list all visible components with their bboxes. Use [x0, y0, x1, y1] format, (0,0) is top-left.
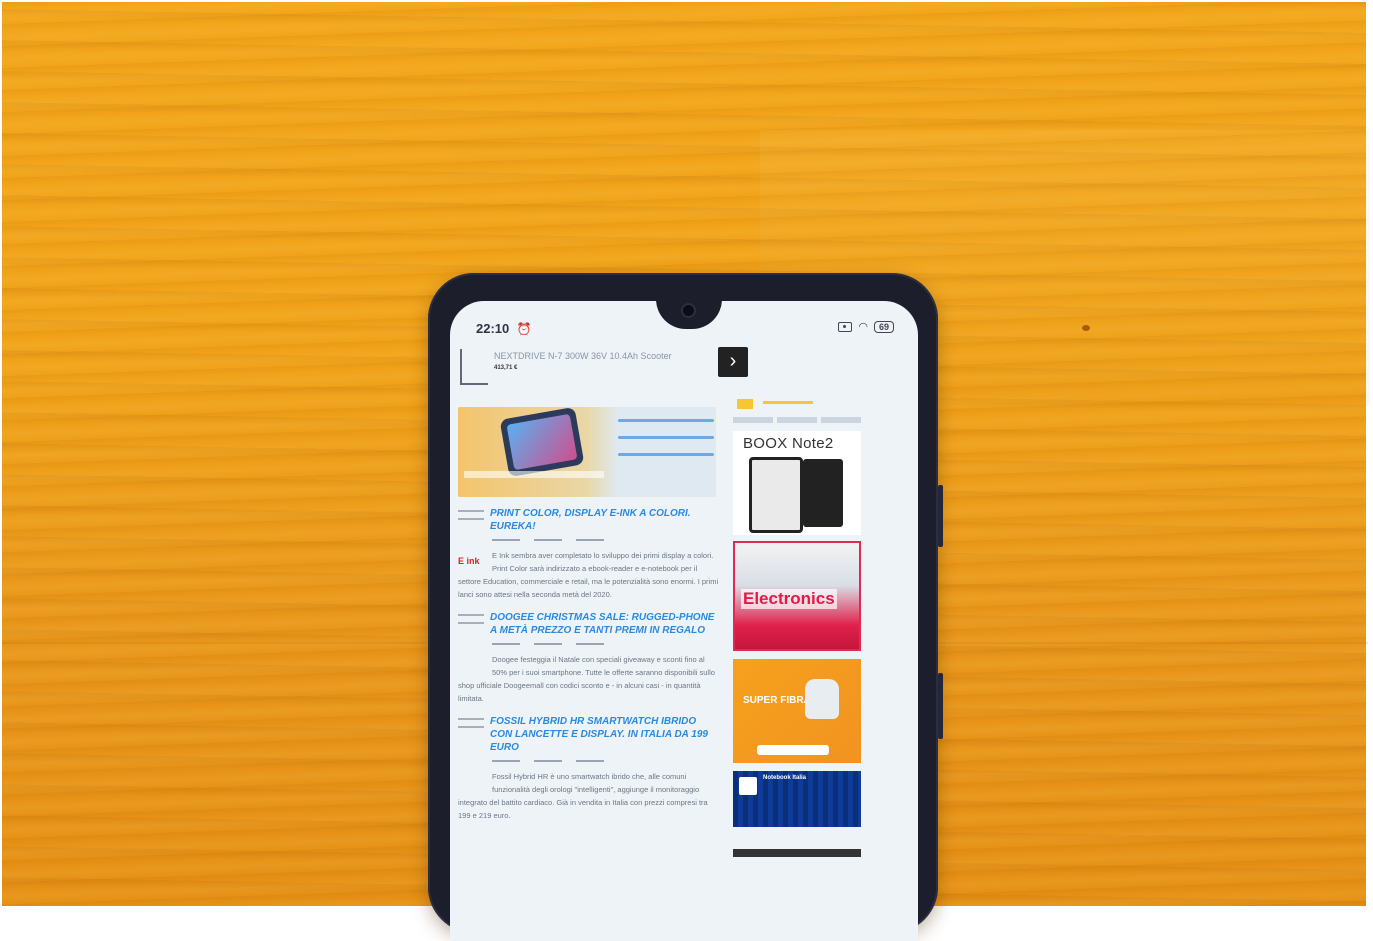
article-body: E Ink sembra aver completato lo sviluppo…: [458, 551, 719, 599]
article-body: Fossil Hybrid HR è uno smartwatch ibrido…: [458, 772, 708, 820]
article-excerpt: Doogee festeggia il Natale con speciali …: [458, 653, 720, 705]
article-excerpt: E ink E Ink sembra aver completato lo sv…: [458, 549, 720, 601]
ad-price: 413,71 €: [494, 365, 518, 371]
phone-screen: 22:10 ⏰ ◠ 69 NEXTDRIVE N-7 300W 36V 10.4…: [450, 301, 918, 941]
sidebar-nav-bar[interactable]: [733, 849, 861, 857]
doogee-logo: [458, 659, 486, 673]
site-logo[interactable]: [733, 397, 861, 411]
article-column: PRINT COLOR, DISPLAY E-INK A COLORI. EUR…: [458, 406, 720, 822]
wifi-icon: ◠: [858, 321, 868, 333]
fibra-ad[interactable]: SUPER FIBRA: [733, 659, 861, 763]
fibra-text: SUPER FIBRA: [743, 695, 811, 706]
article-date: [458, 611, 484, 630]
hero-image[interactable]: [458, 406, 716, 497]
article-item: DOOGEE CHRISTMAS SALE: RUGGED-PHONE A ME…: [458, 611, 720, 705]
screen-record-icon: [838, 321, 853, 332]
article-excerpt: Fossil Hybrid HR è uno smartwatch ibrido…: [458, 770, 720, 822]
notebook-title: Notebook Italia: [763, 775, 807, 781]
article-item: FOSSIL HYBRID HR SMARTWATCH IBRIDO CON L…: [458, 715, 720, 822]
ad-next-button[interactable]: ›: [718, 347, 748, 377]
sidebar-tab[interactable]: [733, 417, 773, 423]
power-button[interactable]: [938, 673, 943, 739]
article-meta: [492, 641, 720, 647]
wood-knot: [1082, 325, 1090, 331]
sidebar-tabs: [733, 417, 861, 423]
clock: 22:10: [476, 321, 510, 336]
fibra-cta-button[interactable]: [757, 745, 829, 755]
hero-link[interactable]: [618, 419, 714, 422]
hero-link[interactable]: [618, 436, 714, 439]
ereader-cover-image: [803, 459, 843, 527]
article-title[interactable]: PRINT COLOR, DISPLAY E-INK A COLORI. EUR…: [490, 507, 720, 533]
ereader-image: [749, 457, 803, 533]
scooter-ad[interactable]: NEXTDRIVE N-7 300W 36V 10.4Ah Scooter 41…: [458, 347, 708, 387]
sidebar: BOOX Note2 Electronics SUPER FIBRA Noteb…: [733, 397, 861, 857]
article-title[interactable]: FOSSIL HYBRID HR SMARTWATCH IBRIDO CON L…: [490, 715, 720, 754]
article-meta: [492, 537, 720, 543]
battery-icon: 69: [873, 320, 894, 333]
status-bar-left: 22:10 ⏰: [476, 321, 532, 336]
smart-speaker-image: [805, 679, 839, 719]
sidebar-tab[interactable]: [821, 417, 861, 423]
fossil-logo: [458, 776, 486, 790]
boox-title: BOOX Note2: [743, 435, 834, 452]
hero-links: [618, 413, 714, 470]
electronics-ad[interactable]: Electronics: [733, 541, 861, 651]
hero-phone-photo: [499, 406, 585, 478]
article-date: [458, 715, 484, 734]
volume-button[interactable]: [938, 485, 943, 547]
article-item: PRINT COLOR, DISPLAY E-INK A COLORI. EUR…: [458, 507, 720, 601]
article-title[interactable]: DOOGEE CHRISTMAS SALE: RUGGED-PHONE A ME…: [490, 611, 720, 637]
smartphone: 22:10 ⏰ ◠ 69 NEXTDRIVE N-7 300W 36V 10.4…: [428, 273, 943, 941]
electronics-title: Electronics: [741, 589, 837, 609]
hero-link[interactable]: [618, 453, 714, 456]
boox-ad[interactable]: BOOX Note2: [733, 431, 861, 535]
waterdrop-notch: [656, 301, 722, 329]
article-meta: [492, 758, 720, 764]
notebook-italia-ad[interactable]: Notebook Italia: [733, 771, 861, 827]
status-bar-right: ◠ 69: [838, 320, 894, 333]
article-body: Doogee festeggia il Natale con speciali …: [458, 655, 715, 703]
front-camera-icon: [683, 305, 694, 316]
play-icon: [739, 777, 757, 795]
eink-logo: E ink: [458, 556, 480, 566]
scooter-image: [460, 349, 488, 385]
article-date: [458, 507, 484, 526]
alarm-icon: ⏰: [516, 322, 532, 336]
sidebar-tab[interactable]: [777, 417, 817, 423]
hero-caption: [464, 471, 604, 478]
ad-title: NEXTDRIVE N-7 300W 36V 10.4Ah Scooter: [494, 351, 672, 361]
